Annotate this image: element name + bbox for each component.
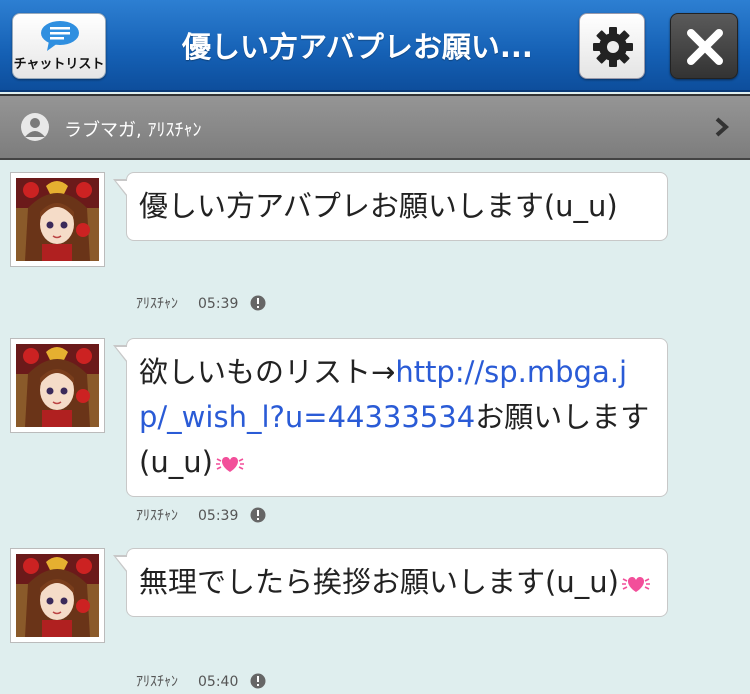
message-bubble[interactable]: 無理でしたら挨拶お願いします(u_u) xyxy=(113,548,668,617)
warning-icon[interactable] xyxy=(250,673,266,689)
page-title: 優しい方アバプレお願い... xyxy=(182,30,533,64)
sender-name: ｱﾘｽﾁｬﾝ xyxy=(136,508,178,524)
warning-icon[interactable] xyxy=(250,295,266,311)
close-icon xyxy=(687,29,723,65)
heart-emoji-icon xyxy=(215,457,244,472)
message-meta: ｱﾘｽﾁｬﾝ 05:40 xyxy=(136,671,266,691)
chat-list-label: チャットリスト xyxy=(13,57,105,72)
chevron-right-icon xyxy=(715,117,730,137)
avatar[interactable] xyxy=(10,172,105,267)
message-text: 欲しいものリスト→ xyxy=(139,355,396,389)
chat-bubble-icon xyxy=(41,21,79,51)
message-time: 05:40 xyxy=(198,674,239,690)
settings-button[interactable] xyxy=(579,13,645,79)
warning-icon[interactable] xyxy=(250,507,266,523)
header-bar: チャットリスト 優しい方アバプレお願い... xyxy=(0,0,750,92)
message-text: 優しい方アバプレお願いします(u_u) xyxy=(139,189,618,223)
sender-name: ｱﾘｽﾁｬﾝ xyxy=(136,296,178,312)
participants-label: ラブマガ, ｱﾘｽﾁｬﾝ xyxy=(64,120,202,141)
avatar[interactable] xyxy=(10,548,105,643)
avatar[interactable] xyxy=(10,338,105,433)
close-button[interactable] xyxy=(670,13,738,79)
chat-list-button[interactable]: チャットリスト xyxy=(12,13,106,79)
message-meta: ｱﾘｽﾁｬﾝ 05:39 xyxy=(136,293,266,313)
message-time: 05:39 xyxy=(198,508,239,524)
message-meta: ｱﾘｽﾁｬﾝ 05:39 xyxy=(136,505,266,525)
gear-icon xyxy=(593,27,633,67)
message-text: 無理でしたら挨拶お願いします(u_u) xyxy=(139,565,619,599)
message-time: 05:39 xyxy=(198,296,239,312)
user-icon xyxy=(21,113,49,141)
heart-emoji-icon xyxy=(621,577,650,592)
participants-bar[interactable]: ラブマガ, ｱﾘｽﾁｬﾝ xyxy=(0,94,750,160)
message-bubble[interactable]: 優しい方アバプレお願いします(u_u) xyxy=(113,172,668,241)
message-bubble[interactable]: 欲しいものリスト→http://sp.mbga.jp/_wish_l?u=443… xyxy=(113,338,668,497)
sender-name: ｱﾘｽﾁｬﾝ xyxy=(136,674,178,690)
